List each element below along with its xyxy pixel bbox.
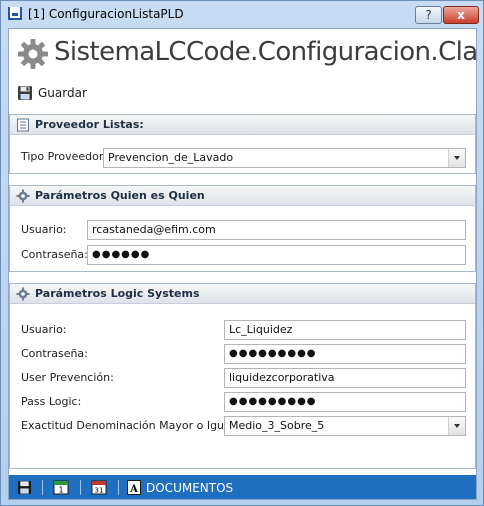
panel-proveedor-listas: Proveedor Listas: Tipo Proveedor: Preven… [9,114,476,174]
window-title: [1] ConfiguracionListaPLD [28,7,184,21]
toolbar-separator [42,480,43,495]
calendar-31-icon: 31 [91,480,107,495]
documentos-button[interactable]: A DOCUMENTOS [127,479,233,496]
quien-usuario-input[interactable]: rcastaneda@efim.com [87,220,466,240]
document-a-icon: A [127,480,141,495]
pass-logic-label: Pass Logic: [21,395,82,408]
bottom-save-button[interactable] [17,479,32,496]
logic-password-input[interactable]: ●●●●●●●●● [224,344,466,364]
gear-icon [16,287,30,301]
toolbar-separator [80,480,81,495]
save-label: Guardar [38,86,87,100]
panel-logic-systems: Parámetros Logic Systems Usuario: Lc_Liq… [9,283,476,469]
client-area: SistemaLCCode.Configuracion.Clases.C Gua… [8,28,477,500]
main-window: [1] ConfiguracionListaPLD ? x SistemaLCC… [0,0,484,506]
help-button[interactable]: ? [415,6,442,24]
exactitud-value: Medio_3_Sobre_5 [229,419,325,432]
svg-text:31: 31 [95,487,104,495]
calendar-day-button[interactable]: 1 [53,479,69,496]
exactitud-select[interactable]: Medio_3_Sobre_5 [224,416,466,436]
panel-title: Parámetros Logic Systems [35,287,200,300]
exactitud-label: Exactitud Denominación Mayor o Igual a: [21,419,248,432]
toolbar-separator [118,480,119,495]
bottom-toolbar: 1 31 A DOCUMENTOS [9,475,476,499]
svg-text:A: A [129,484,138,495]
save-button[interactable]: Guardar [13,83,91,103]
toolbar: Guardar [9,81,476,105]
panel-title: Proveedor Listas: [35,118,144,131]
form-header: SistemaLCCode.Configuracion.Clases.C [9,29,476,77]
panel-header: Parámetros Logic Systems [10,284,475,304]
gear-icon [18,39,48,69]
panel-header: Proveedor Listas: [10,115,475,135]
calendar-1-icon: 1 [53,480,69,495]
quien-password-label: Contraseña: [21,248,88,261]
tipo-proveedor-value: Prevencion_de_Lavado [108,151,234,164]
panel-quien-es-quien: Parámetros Quien es Quien Usuario: rcast… [9,185,476,272]
logic-usuario-input[interactable]: Lc_Liquidez [224,320,466,340]
calendar-month-button[interactable]: 31 [91,479,107,496]
chevron-down-icon[interactable] [448,417,465,435]
panel-header: Parámetros Quien es Quien [10,186,475,206]
title-bar: [1] ConfiguracionListaPLD ? x [1,1,483,27]
tipo-proveedor-select[interactable]: Prevencion_de_Lavado [103,148,466,168]
floppy-disk-icon [18,86,32,100]
close-button[interactable]: x [443,6,479,24]
quien-usuario-label: Usuario: [21,223,67,236]
documentos-label: DOCUMENTOS [146,480,234,495]
panel-title: Parámetros Quien es Quien [35,189,205,202]
chevron-down-icon[interactable] [448,149,465,167]
user-prevencion-input[interactable]: liquidezcorporativa [224,368,466,388]
floppy-disk-icon [17,480,32,495]
gear-icon [16,189,30,203]
tipo-proveedor-label: Tipo Proveedor: [21,150,107,163]
user-prevencion-label: User Prevención: [21,371,114,384]
quien-password-input[interactable]: ●●●●●● [87,245,466,265]
logic-usuario-label: Usuario: [21,323,67,336]
pass-logic-input[interactable]: ●●●●●●●●● [224,392,466,412]
logic-password-label: Contraseña: [21,347,88,360]
svg-text:1: 1 [58,486,63,495]
window-app-icon [8,7,22,20]
list-icon [17,118,29,132]
page-title: SistemaLCCode.Configuracion.Clases.C [54,37,476,67]
